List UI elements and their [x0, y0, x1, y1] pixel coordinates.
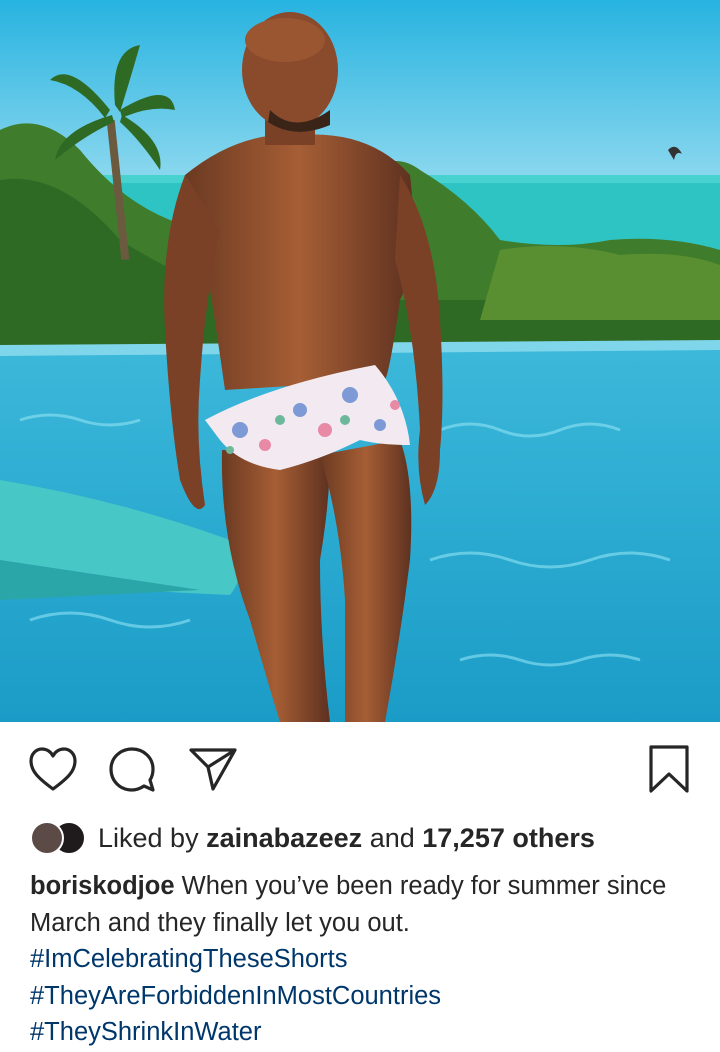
likes-row: Liked by zainabazeez and 17,257 others: [30, 818, 710, 858]
comment-bubble-icon[interactable]: [108, 746, 156, 794]
likes-summary: Liked by zainabazeez and 17,257 others: [98, 823, 595, 854]
post-caption: boriskodjoe When you’ve been ready for s…: [30, 868, 700, 1051]
post-action-bar: [0, 722, 720, 822]
liked-by-middle: and: [369, 822, 415, 853]
liked-by-username[interactable]: zainabazeez: [206, 823, 362, 853]
hashtag-link[interactable]: #ImCelebratingTheseShorts: [30, 941, 700, 978]
post-photo-scene: [0, 0, 720, 722]
caption-username[interactable]: boriskodjoe: [30, 872, 175, 900]
liked-by-count[interactable]: 17,257 others: [422, 823, 595, 853]
hashtag-link[interactable]: #TheyShrinkInWater: [30, 1014, 700, 1051]
bookmark-icon[interactable]: [648, 744, 690, 794]
paper-plane-icon[interactable]: [188, 746, 238, 792]
avatar[interactable]: [30, 821, 64, 855]
liked-by-prefix: Liked by: [98, 822, 199, 853]
post-photo[interactable]: [0, 0, 720, 722]
heart-icon[interactable]: [28, 746, 78, 792]
hashtag-link[interactable]: #TheyAreForbiddenInMostCountries: [30, 978, 700, 1015]
